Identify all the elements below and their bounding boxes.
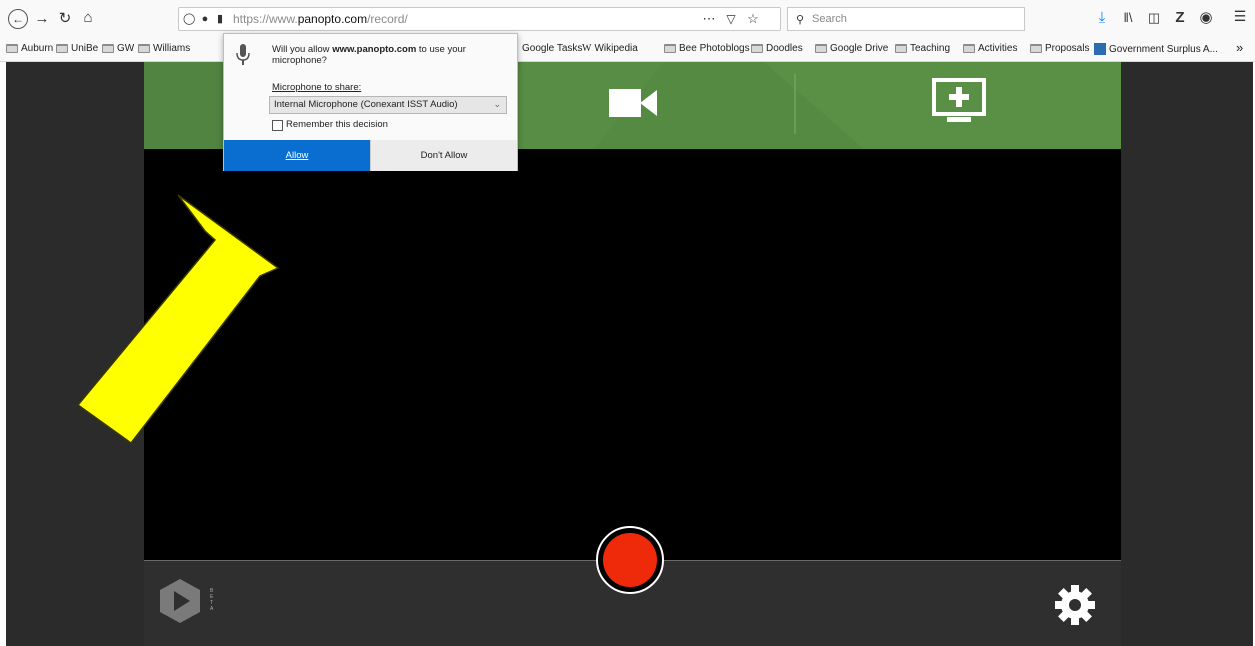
reload-icon[interactable]: ↻ <box>57 11 73 27</box>
zotero-icon[interactable]: Z <box>1172 10 1188 26</box>
yellow-arrow-annotation <box>76 194 280 445</box>
bookmark-label: Google Tasks <box>522 43 583 54</box>
folder-icon <box>6 44 18 53</box>
folder-icon <box>102 44 114 53</box>
library-icon[interactable]: ‖\ <box>1120 10 1136 26</box>
search-placeholder: Search <box>812 13 847 25</box>
microphone-select-value: Internal Microphone (Conexant ISST Audio… <box>274 99 458 110</box>
bookmark-google-tasks[interactable]: Google Tasks <box>522 43 582 54</box>
microphone-icon[interactable]: ▮ <box>215 11 225 27</box>
folder-icon <box>895 44 907 53</box>
browser-toolbar: ← → ↻ ⌂ ◯ ● ▮ https://www.panopto.com/re… <box>0 0 1255 38</box>
shield-icon[interactable]: ◯ <box>183 11 195 27</box>
webcam-icon[interactable] <box>609 86 657 120</box>
bookmarks-bar: Auburn UniBe GW Williams Google Tasks WW… <box>0 38 1255 62</box>
url-path: /record/ <box>367 12 408 26</box>
bookmark-folder-google-drive[interactable]: Google Drive <box>815 43 888 54</box>
device-label: Microphone to share: <box>272 82 362 93</box>
menu-icon[interactable]: ☰ <box>1232 8 1248 24</box>
bookmark-government-surplus[interactable]: Government Surplus A... <box>1094 43 1218 55</box>
url-bar[interactable]: ◯ ● ▮ https://www.panopto.com/record/ ⋯ … <box>178 7 781 31</box>
panopto-logo <box>160 579 200 623</box>
page-actions-menu[interactable]: ⋯ <box>700 11 718 27</box>
remember-label: Remember this decision <box>286 119 388 130</box>
home-icon[interactable]: ⌂ <box>80 10 96 26</box>
bookmark-label: Proposals <box>1045 43 1090 54</box>
bookmark-label: Wikipedia <box>594 43 638 54</box>
question-host: www.panopto.com <box>332 44 417 55</box>
star-icon[interactable]: ☆ <box>745 11 761 27</box>
settings-gear-icon[interactable] <box>1054 584 1096 626</box>
bookmark-folder-bee-photoblogs[interactable]: Bee Photoblogs <box>664 43 750 54</box>
microphone-permission-dialog: Will you allow www.panopto.com to use yo… <box>223 33 518 171</box>
download-icon[interactable]: ⤓ <box>1094 10 1110 26</box>
microphone-select[interactable]: Internal Microphone (Conexant ISST Audio… <box>269 96 507 114</box>
folder-icon <box>815 44 827 53</box>
bookmark-folder-auburn[interactable]: Auburn <box>6 43 53 54</box>
bookmark-folder-teaching[interactable]: Teaching <box>895 43 950 54</box>
bookmark-label: Activities <box>978 43 1018 54</box>
bookmark-label: Doodles <box>766 43 803 54</box>
pocket-icon[interactable]: ▽ <box>723 11 739 27</box>
extension-icon[interactable]: ◉ <box>1198 10 1214 26</box>
bookmark-folder-doodles[interactable]: Doodles <box>751 43 803 54</box>
remember-checkbox[interactable] <box>272 120 283 131</box>
bookmark-label: Williams <box>153 43 191 54</box>
site-favicon <box>1094 43 1106 55</box>
allow-button[interactable]: Allow <box>224 140 370 171</box>
bookmark-label: GW <box>117 43 135 54</box>
bookmark-folder-williams[interactable]: Williams <box>138 43 190 54</box>
bookmark-folder-activities[interactable]: Activities <box>963 43 1017 54</box>
url-host: panopto.com <box>297 12 368 26</box>
sidebar-icon[interactable]: ◫ <box>1146 10 1162 26</box>
bookmark-folder-unibe[interactable]: UniBe <box>56 43 98 54</box>
bookmarks-overflow-button[interactable]: » <box>1236 40 1243 55</box>
bookmark-wikipedia[interactable]: W Wikipedia <box>582 43 638 54</box>
bookmark-folder-proposals[interactable]: Proposals <box>1030 43 1089 54</box>
folder-icon <box>963 44 975 53</box>
search-bar[interactable]: ⚲ Search <box>787 7 1025 31</box>
folder-icon <box>56 44 68 53</box>
record-icon <box>603 533 657 587</box>
url-prefix: https://www. <box>233 12 298 26</box>
chevron-down-icon: ⌄ <box>493 99 501 109</box>
url-text: https://www.panopto.com/record/ <box>233 12 408 26</box>
bookmark-label: UniBe <box>71 43 99 54</box>
folder-icon <box>751 44 763 53</box>
bookmark-label: Auburn <box>21 43 54 54</box>
wikipedia-icon: W <box>582 43 592 54</box>
screen-add-icon[interactable] <box>931 77 987 127</box>
record-button[interactable] <box>596 526 664 594</box>
bookmark-folder-gw[interactable]: GW <box>102 43 134 54</box>
bookmark-label: Government Surplus A... <box>1109 43 1218 55</box>
question-pre: Will you allow <box>272 44 333 55</box>
bookmark-label: Teaching <box>910 43 951 54</box>
folder-icon <box>1030 44 1042 53</box>
microphone-icon <box>236 44 250 65</box>
back-icon[interactable]: ← <box>8 9 28 29</box>
bookmark-label: Bee Photoblogs <box>679 43 750 54</box>
lock-icon[interactable]: ● <box>199 11 211 27</box>
folder-icon <box>138 44 150 53</box>
search-icon: ⚲ <box>795 14 805 26</box>
beta-badge: BETA <box>210 588 214 612</box>
bookmark-label: Google Drive <box>830 43 889 54</box>
folder-icon <box>664 44 676 53</box>
permission-question: Will you allow www.panopto.com to use yo… <box>272 44 502 66</box>
forward-icon[interactable]: → <box>34 11 50 27</box>
dont-allow-button[interactable]: Don't Allow <box>370 140 517 171</box>
